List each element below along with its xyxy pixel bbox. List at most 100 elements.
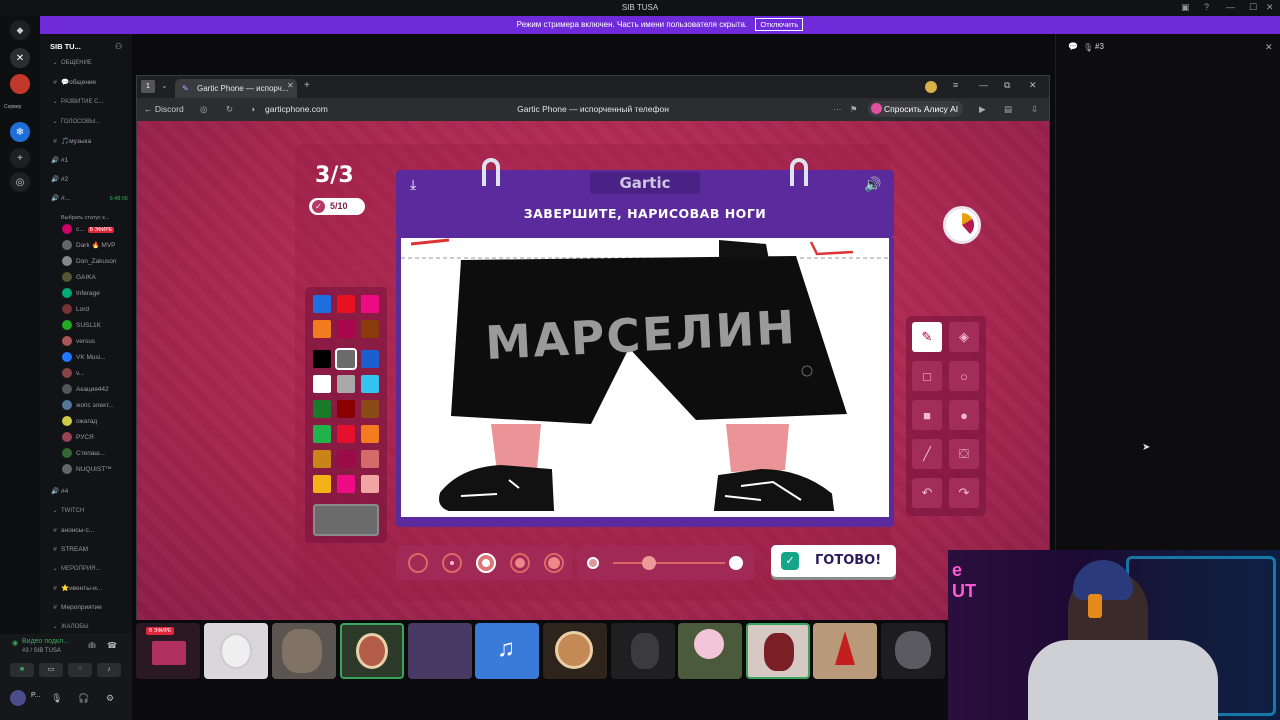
participant-tile[interactable]: [272, 623, 336, 679]
size-4-button[interactable]: [510, 553, 530, 573]
ellipse-fill-icon[interactable]: ●: [949, 400, 979, 430]
color-swatch[interactable]: [337, 400, 355, 418]
download-drawing-icon[interactable]: ⤓: [410, 176, 416, 193]
color-swatch[interactable]: [335, 348, 357, 370]
voice-user[interactable]: GAIKA: [40, 271, 132, 285]
voice-user[interactable]: Lord: [40, 303, 132, 317]
noise-icon[interactable]: ıllı: [88, 641, 96, 650]
text-channel[interactable]: # 🎵музыка: [40, 135, 132, 149]
channel-category[interactable]: ⌄ ЖАЛОБЫ: [40, 620, 132, 634]
undo-icon[interactable]: ↶: [912, 478, 942, 508]
volume-icon[interactable]: 🔊: [864, 176, 881, 193]
slider-handle[interactable]: [642, 556, 656, 570]
add-member-icon[interactable]: ⚇: [115, 42, 122, 51]
color-swatch[interactable]: [313, 425, 331, 443]
color-swatch[interactable]: [337, 475, 355, 493]
participant-tile[interactable]: [813, 623, 877, 679]
size-3-button[interactable]: [476, 553, 496, 573]
browser-tab[interactable]: ✎ Gartic Phone — испорч...: [175, 79, 297, 98]
color-swatch[interactable]: [361, 450, 379, 468]
new-tab-icon[interactable]: +: [304, 80, 310, 91]
participant-tile[interactable]: [746, 623, 810, 679]
participant-tile[interactable]: ♫: [475, 623, 539, 679]
color-swatch[interactable]: [361, 350, 379, 368]
discover-icon[interactable]: ◎: [10, 172, 30, 192]
participant-tile[interactable]: [408, 623, 472, 679]
color-swatch[interactable]: [337, 425, 355, 443]
text-channel[interactable]: # STREAM: [40, 543, 132, 557]
redo-icon[interactable]: ↷: [949, 478, 979, 508]
color-swatch[interactable]: [313, 400, 331, 418]
pen-icon[interactable]: ✎: [912, 322, 942, 352]
voice-channel[interactable]: 🔊 #... 6:48:06: [40, 192, 132, 206]
disable-streamer-button[interactable]: Отключить: [755, 18, 804, 31]
color-swatch[interactable]: [361, 425, 379, 443]
download-icon[interactable]: ⇩: [1031, 104, 1038, 115]
voice-user[interactable]: versus: [40, 335, 132, 349]
close-button[interactable]: ✕: [1266, 2, 1274, 13]
color-swatch[interactable]: [361, 400, 379, 418]
participant-tile[interactable]: [204, 623, 268, 679]
profile-icon[interactable]: [925, 81, 937, 93]
color-swatch[interactable]: [313, 450, 331, 468]
snowflake-server-icon[interactable]: ❄: [10, 122, 30, 142]
screen-share-icon[interactable]: ▣: [1181, 2, 1190, 13]
voice-user[interactable]: Don_Zakuson: [40, 255, 132, 269]
voice-user[interactable]: v...: [40, 367, 132, 381]
share-screen-button[interactable]: ▭: [39, 663, 63, 677]
server-icon-active[interactable]: ✕: [10, 48, 30, 68]
server-name[interactable]: SIB TU...: [50, 42, 81, 51]
voice-user[interactable]: РУСЯ: [40, 431, 132, 445]
tab-count-badge[interactable]: 1: [141, 80, 155, 93]
line-icon[interactable]: ╱: [912, 439, 942, 469]
voice-user[interactable]: Inferage: [40, 287, 132, 301]
voice-user[interactable]: Степаш...: [40, 447, 132, 461]
text-channel[interactable]: # 💬общение: [40, 76, 132, 90]
color-swatch[interactable]: [337, 450, 355, 468]
color-swatch[interactable]: [337, 375, 355, 393]
chevron-down-icon[interactable]: ⌄: [161, 81, 168, 90]
color-swatch[interactable]: [313, 375, 331, 393]
close-tab-icon[interactable]: ✕: [287, 81, 294, 90]
menu-icon[interactable]: ≡: [953, 80, 958, 90]
color-swatch[interactable]: [361, 475, 379, 493]
color-swatch[interactable]: [361, 295, 379, 313]
channel-category[interactable]: ⌄ РАЗВИТИЕ С...: [40, 95, 132, 109]
participant-tile[interactable]: [340, 623, 404, 679]
ask-ai-button[interactable]: Спросить Алису AI: [868, 101, 964, 117]
channel-category[interactable]: ⌄ ОБЩЕНИЕ: [40, 56, 132, 70]
voice-user[interactable]: с... В ЭФИРЕ: [40, 223, 132, 237]
participant-tile[interactable]: [611, 623, 675, 679]
voice-channel[interactable]: 🔊 #4: [40, 485, 132, 499]
voice-channel[interactable]: 🔊 #2: [40, 173, 132, 187]
voice-user[interactable]: жопс элект...: [40, 399, 132, 413]
server-avatar[interactable]: [10, 74, 30, 94]
color-swatch[interactable]: [337, 295, 355, 313]
eraser-icon[interactable]: ◈: [949, 322, 979, 352]
size-2-button[interactable]: [442, 553, 462, 573]
channel-category[interactable]: ⌄ ГОЛОСОВЫ...: [40, 115, 132, 129]
play-icon[interactable]: ▶: [979, 104, 986, 115]
text-channel[interactable]: # ⭐ивенты-и...: [40, 582, 132, 596]
participant-tile[interactable]: [543, 623, 607, 679]
help-icon[interactable]: ?: [1204, 2, 1209, 12]
fill-bucket-icon[interactable]: ⛋: [949, 439, 979, 469]
color-swatch[interactable]: [361, 375, 379, 393]
chat-icon[interactable]: 💬: [1068, 42, 1078, 51]
activities-button[interactable]: ⁘: [68, 663, 92, 677]
more-icon[interactable]: ···: [833, 104, 842, 114]
voice-user[interactable]: Акация442: [40, 383, 132, 397]
disconnect-icon[interactable]: ☎: [107, 641, 117, 650]
voice-user[interactable]: VK Musi...: [40, 351, 132, 365]
channel-category[interactable]: ⌄ МЕРОПРИЯ...: [40, 562, 132, 576]
voice-user[interactable]: SUSL1K: [40, 319, 132, 333]
color-swatch[interactable]: [313, 350, 331, 368]
user-avatar[interactable]: [10, 690, 26, 706]
settings-icon[interactable]: ⚙: [106, 693, 114, 704]
done-button[interactable]: ✓ ГОТОВО!: [771, 545, 896, 577]
drawing-canvas[interactable]: МАРСЕЛИН: [401, 238, 889, 517]
maximize-button[interactable]: ☐: [1249, 2, 1257, 13]
restore-icon[interactable]: ⧉: [1004, 80, 1010, 91]
voice-user[interactable]: Dark 🔥 MVP: [40, 239, 132, 253]
mic-icon[interactable]: 🎙: [51, 693, 62, 704]
